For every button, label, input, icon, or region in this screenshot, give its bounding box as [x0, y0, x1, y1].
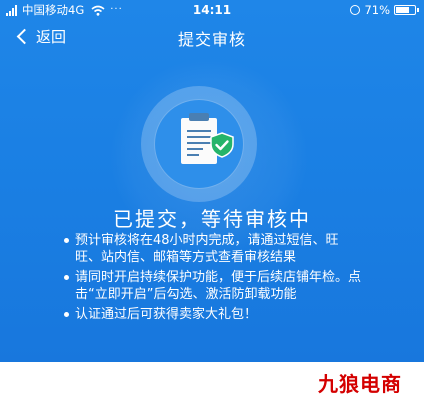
- battery-icon: [394, 5, 419, 15]
- notice-item: 认证通过后可获得卖家大礼包！: [64, 306, 364, 323]
- page-title: 提交审核: [177, 30, 246, 49]
- status-bar: 中国移动4G ··· 14:11 71%: [0, 0, 424, 20]
- battery-percent: 71%: [364, 3, 390, 17]
- notice-list: 预计审核将在48小时内完成，请通过短信、旺旺、站内信、邮箱等方式查看审核结果 请…: [64, 232, 364, 326]
- watermark: 九狼电商: [318, 372, 402, 396]
- shield-check-icon: [210, 132, 234, 158]
- alarm-icon: [350, 5, 361, 15]
- notice-item: 请同时开启持续保护功能，便于后续店铺年检。点击“立即开启”后勾选、激活防卸载功能: [64, 269, 364, 303]
- status-heading: 已提交，等待审核中: [113, 207, 311, 231]
- notice-item: 预计审核将在48小时内完成，请通过短信、旺旺、站内信、邮箱等方式查看审核结果: [64, 232, 364, 266]
- battery-level: [396, 7, 409, 13]
- navigation-bar: 返回 提交审核: [0, 20, 424, 54]
- submit-review-screen: 中国移动4G ··· 14:11 71% 返回 提交审核 已提交，等待审核中 预…: [0, 0, 424, 362]
- clipboard-clip-icon: [189, 113, 209, 121]
